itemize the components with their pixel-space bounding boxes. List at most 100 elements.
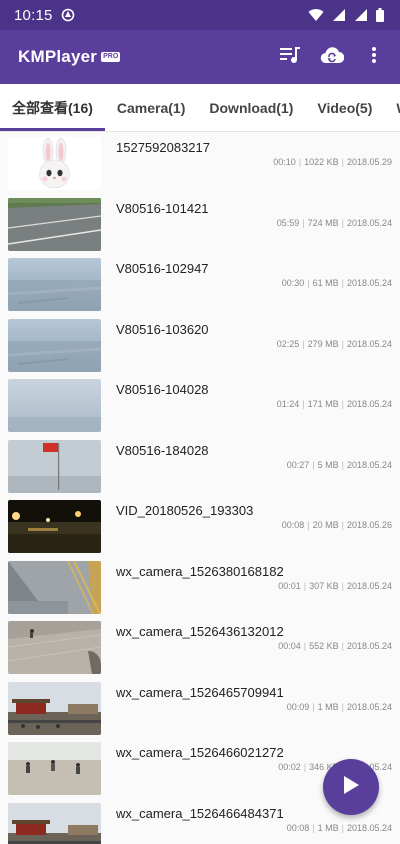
- signal-icon-2: [354, 8, 368, 22]
- video-date: 2018.05.24: [346, 217, 392, 228]
- video-list-item[interactable]: V80516-184028 00:27 | 5 MB | 2018.05.24: [0, 436, 400, 497]
- video-duration: 00:09: [286, 701, 310, 712]
- meta-separator: |: [341, 641, 344, 651]
- video-title: wx_camera_1526380168182: [116, 563, 284, 579]
- video-duration: 00:04: [278, 641, 301, 651]
- category-tabs: 全部查看(16) Camera(1) Download(1) Video(5) …: [0, 84, 400, 132]
- meta-separator: |: [312, 459, 315, 470]
- meta-separator: |: [307, 278, 310, 288]
- video-duration: 00:08: [281, 520, 305, 530]
- video-date: 2018.05.24: [346, 580, 392, 591]
- video-date: 2018.05.24: [346, 278, 392, 288]
- video-size: 20 MB: [312, 520, 339, 530]
- video-size: 307 KB: [309, 580, 339, 591]
- video-title: V80516-104028: [116, 382, 209, 397]
- tab-camera[interactable]: Camera(1): [105, 84, 197, 131]
- meta-separator: |: [312, 701, 315, 712]
- video-title: wx_camera_1526466484371: [116, 805, 284, 821]
- video-meta: 00:08 | 1 MB | 2018.05.24: [287, 823, 392, 833]
- more-options-button[interactable]: [362, 45, 386, 69]
- tab-all[interactable]: 全部查看(16): [0, 84, 105, 131]
- pro-badge: PRO: [101, 52, 121, 62]
- meta-separator: |: [341, 822, 344, 833]
- tab-download[interactable]: Download(1): [197, 84, 305, 131]
- cloud-sync-button[interactable]: [320, 45, 345, 69]
- video-title: V80516-101421: [116, 200, 209, 216]
- video-duration: 01:24: [276, 399, 300, 409]
- video-thumbnail: [8, 318, 101, 372]
- wifi-icon: [308, 8, 324, 22]
- video-thumbnail: [8, 621, 101, 674]
- video-thumbnail: [8, 500, 101, 553]
- video-thumbnail: [8, 439, 101, 493]
- video-list-item[interactable]: wx_camera_1526465709941 00:09 | 1 MB | 2018.0…: [0, 678, 400, 739]
- video-title: wx_camera_1526436132012: [116, 624, 284, 639]
- video-date: 2018.05.29: [346, 157, 392, 167]
- play-fab-button[interactable]: [323, 759, 379, 815]
- video-thumbnail: [8, 197, 101, 251]
- tab-more[interactable]: W: [384, 84, 400, 131]
- meta-separator: |: [307, 520, 310, 530]
- battery-icon: [376, 8, 384, 22]
- video-list-item[interactable]: wx_camera_1526436132012 00:04 | 552 KB | 2018…: [0, 617, 400, 678]
- play-icon: [342, 775, 360, 800]
- video-title: V80516-102947: [116, 261, 209, 276]
- video-duration: 00:08: [286, 822, 310, 833]
- video-title: wx_camera_1526465709941: [116, 684, 284, 700]
- video-date: 2018.05.24: [346, 399, 392, 409]
- tab-video[interactable]: Video(5): [305, 84, 384, 131]
- meta-separator: |: [312, 822, 315, 833]
- video-size: 1 MB: [317, 822, 339, 833]
- video-size: 724 MB: [307, 217, 339, 228]
- video-meta: 05:59 | 724 MB | 2018.05.24: [277, 218, 392, 228]
- video-title: 1527592083217: [116, 140, 210, 155]
- meta-separator: |: [341, 580, 344, 591]
- video-list-item[interactable]: 1527592083217 00:10 | 1022 KB | 2018.05.29: [0, 133, 400, 194]
- video-meta: 00:09 | 1 MB | 2018.05.24: [287, 702, 392, 712]
- meta-separator: |: [303, 641, 307, 651]
- meta-separator: |: [341, 399, 344, 409]
- video-date: 2018.05.24: [346, 459, 392, 470]
- video-meta: 00:27 | 5 MB | 2018.05.24: [287, 460, 392, 470]
- video-size: 1022 KB: [304, 157, 339, 167]
- video-list-item[interactable]: V80516-104028 01:24 | 171 MB | 2018.05.24: [0, 375, 400, 436]
- video-duration: 00:02: [278, 762, 301, 772]
- meta-separator: |: [341, 520, 344, 530]
- video-date: 2018.05.24: [346, 822, 392, 833]
- video-duration: 02:25: [276, 338, 300, 349]
- video-duration: 00:27: [286, 459, 310, 470]
- app-logo: KMPlayer PRO: [18, 47, 121, 67]
- meta-separator: |: [341, 459, 344, 470]
- video-duration: 00:01: [278, 580, 301, 591]
- video-meta: 00:08 | 20 MB | 2018.05.26: [282, 520, 392, 530]
- video-duration: 05:59: [276, 217, 300, 228]
- video-size: 61 MB: [312, 278, 339, 288]
- signal-icon: [332, 8, 346, 22]
- playlist-icon: [279, 45, 301, 70]
- notification-icon: [61, 8, 75, 22]
- video-thumbnail: [8, 802, 101, 844]
- meta-separator: |: [341, 338, 344, 349]
- video-meta: 00:01 | 307 KB | 2018.05.24: [278, 581, 392, 591]
- video-list-item[interactable]: V80516-103620 02:25 | 279 MB | 2018.05.24: [0, 315, 400, 376]
- video-thumbnail: [8, 681, 101, 735]
- app-bar: KMPlayer PRO: [0, 30, 400, 84]
- video-meta: 00:30 | 61 MB | 2018.05.24: [282, 278, 392, 288]
- video-size: 1 MB: [317, 701, 339, 712]
- status-icons: [308, 8, 384, 22]
- video-list: 1527592083217 00:10 | 1022 KB | 2018.05.29 V80…: [0, 133, 400, 844]
- video-list-item[interactable]: V80516-101421 05:59 | 724 MB | 2018.05.24: [0, 194, 400, 255]
- video-size: 171 MB: [307, 399, 339, 409]
- video-list-item[interactable]: VID_20180526_193303 00:08 | 20 MB | 2018.05.2…: [0, 496, 400, 557]
- video-list-item[interactable]: V80516-102947 00:30 | 61 MB | 2018.05.24: [0, 254, 400, 315]
- video-duration: 00:30: [281, 278, 305, 288]
- more-vert-icon: [371, 46, 377, 69]
- meta-separator: |: [302, 338, 305, 349]
- video-thumbnail: [8, 742, 101, 795]
- video-thumbnail: [8, 560, 101, 614]
- playlist-button[interactable]: [278, 45, 302, 69]
- video-list-item[interactable]: wx_camera_1526380168182 00:01 | 307 KB | 2018…: [0, 557, 400, 618]
- video-title: VID_20180526_193303: [116, 503, 254, 518]
- video-meta: 00:10 | 1022 KB | 2018.05.29: [273, 157, 392, 167]
- meta-separator: |: [341, 217, 344, 228]
